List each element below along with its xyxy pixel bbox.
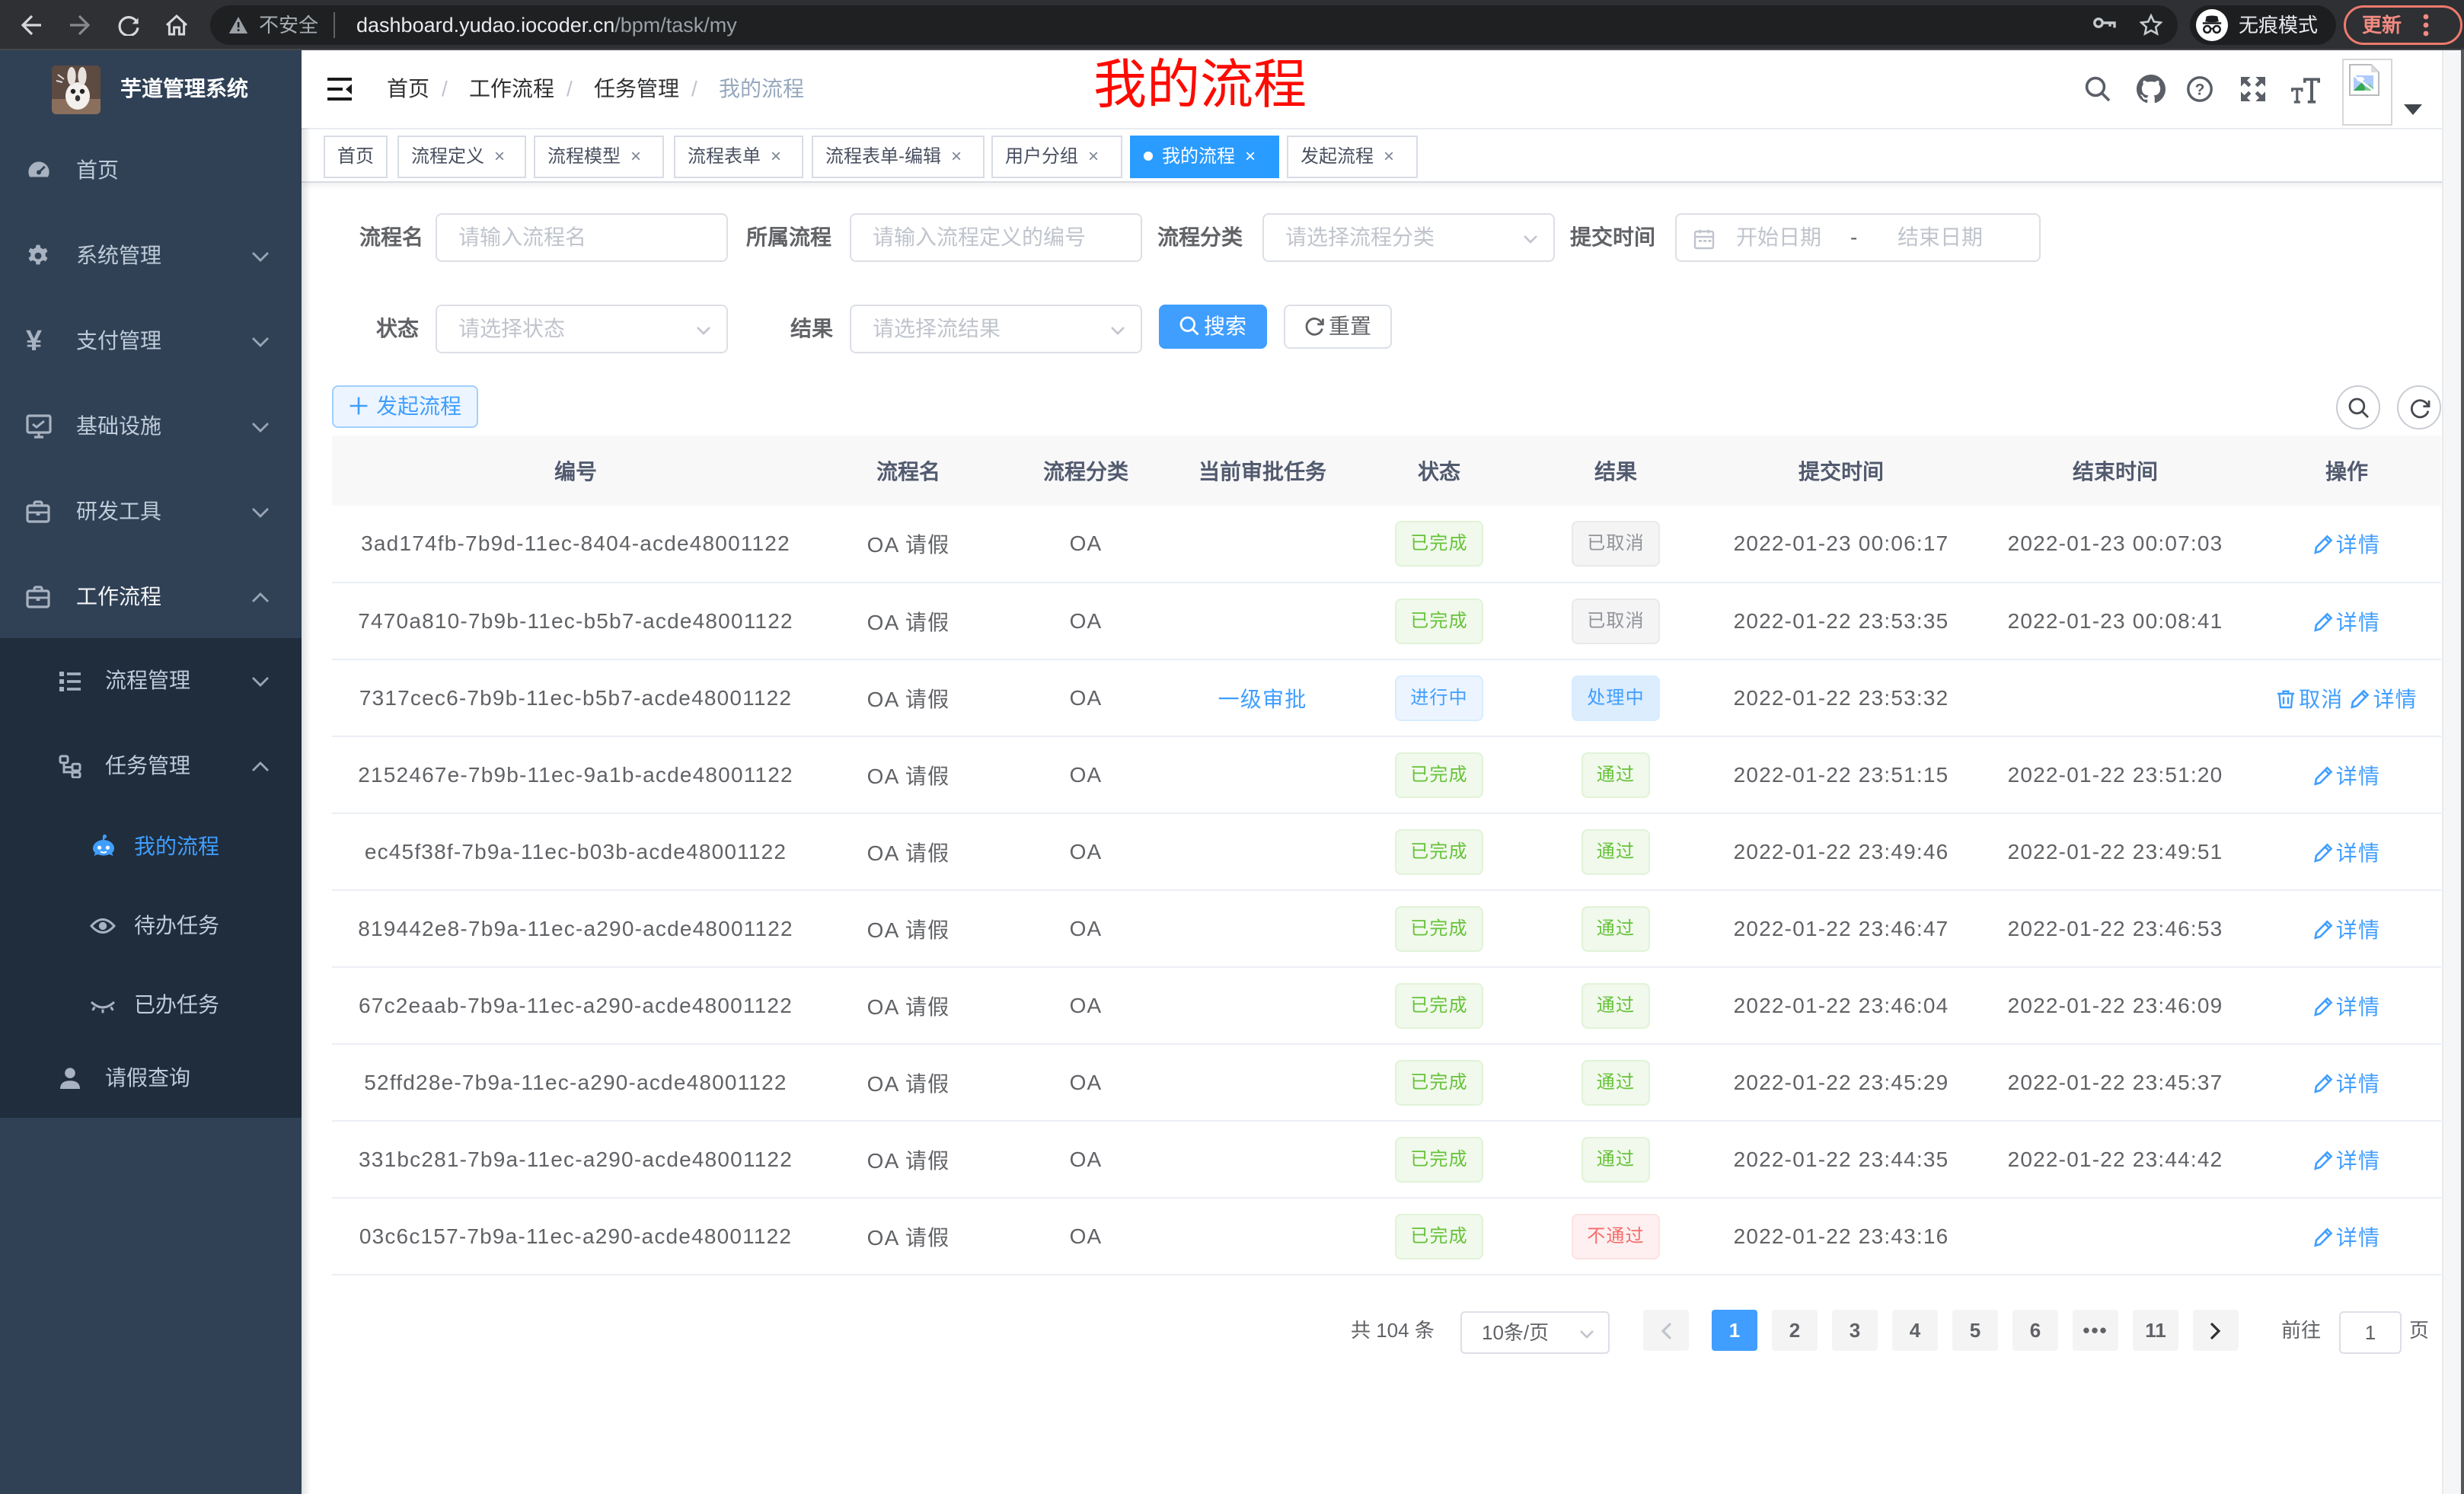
svg-text:?: ? [2195, 81, 2205, 98]
